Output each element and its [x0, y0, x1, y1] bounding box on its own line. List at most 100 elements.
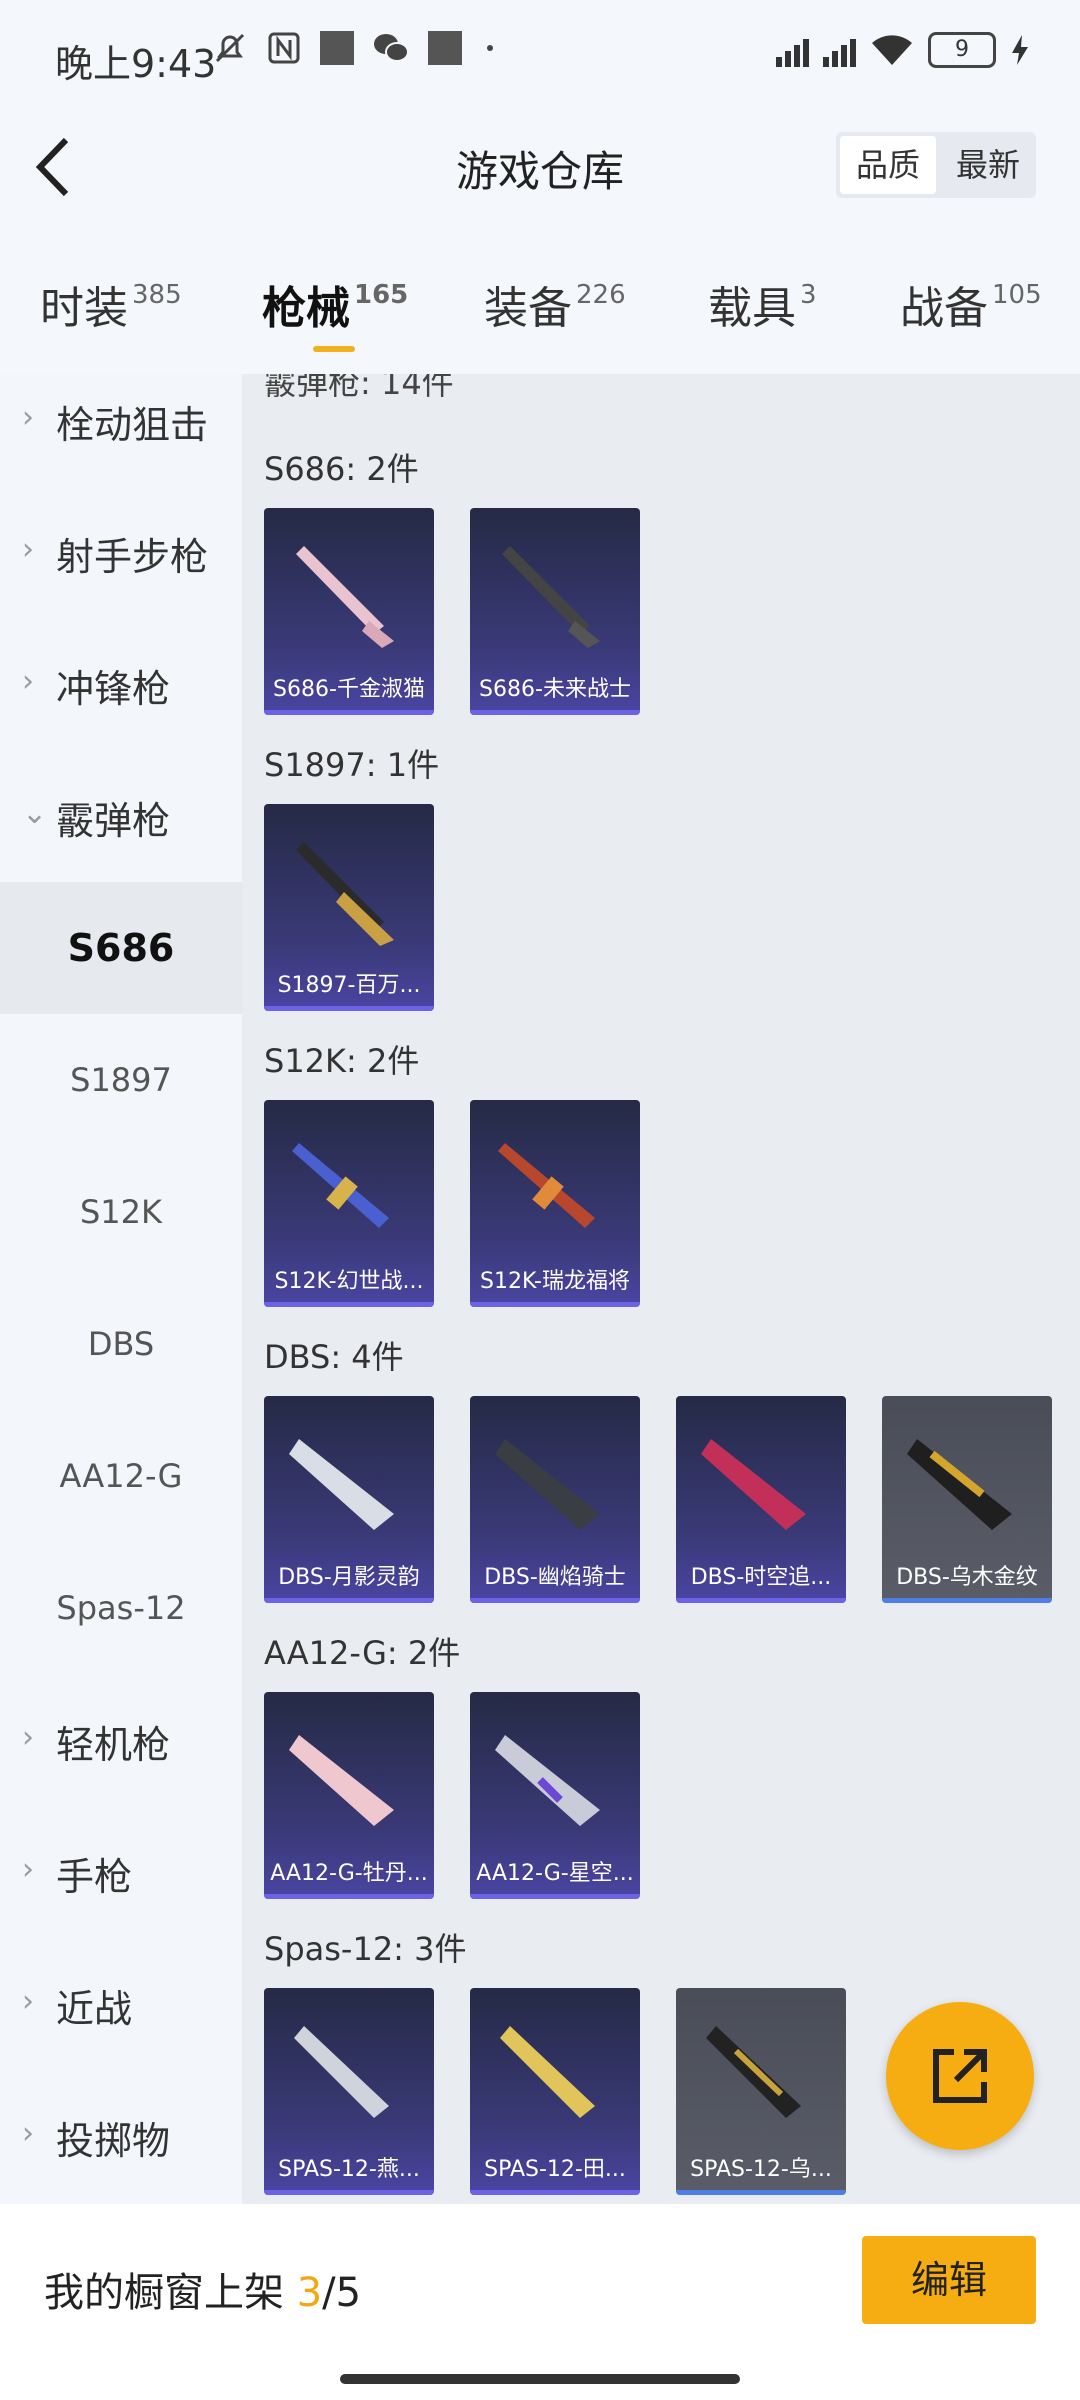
nfc-icon [268, 32, 300, 64]
rarity-bar [264, 1894, 434, 1899]
charging-icon [1012, 35, 1028, 65]
shotgun-image-icon [294, 2026, 389, 2118]
rarity-bar [882, 1598, 1052, 1603]
skin-card[interactable]: S12K-幻世战... [264, 1100, 434, 1307]
category-tabs: 时装 385 枪械 165 装备 226 载具 3 战备 105 [0, 262, 1080, 372]
sidebar-item-smg[interactable]: › 冲锋枪 [0, 618, 242, 750]
tab-equipment[interactable]: 装备 226 [484, 272, 626, 336]
sidebar-sub-s12k[interactable]: S12K [0, 1146, 242, 1278]
edit-button[interactable]: 编辑 [862, 2236, 1036, 2324]
chevron-right-icon: › [22, 2116, 34, 2151]
skin-card[interactable]: SPAS-12-燕... [264, 1988, 434, 2195]
status-system-icons: 9 [776, 32, 1030, 68]
sidebar-sub-aa12g[interactable]: AA12-G [0, 1410, 242, 1542]
sidebar-sub-s686[interactable]: S686 [0, 882, 242, 1014]
skin-card[interactable]: S686-未来战士 [470, 508, 640, 715]
tab-fashion[interactable]: 时装 385 [40, 272, 182, 336]
skin-card[interactable]: DBS-幽焰骑士 [470, 1396, 640, 1603]
rarity-bar [264, 2190, 434, 2195]
chevron-down-icon: ⌄ [22, 796, 48, 831]
shotgun-image-icon [502, 546, 600, 648]
external-link-icon [933, 2049, 987, 2103]
rifle-image-icon [498, 1143, 595, 1228]
rifle-image-icon [289, 1735, 394, 1826]
sort-option-quality[interactable]: 品质 [839, 136, 936, 194]
rarity-bar [264, 1598, 434, 1603]
wechat-icon [374, 34, 409, 62]
skin-card[interactable]: DBS-乌木金纹 [882, 1396, 1052, 1603]
shotgun-image-icon [701, 1439, 806, 1530]
chevron-right-icon: › [22, 1852, 34, 1887]
sort-toggle: 品质 最新 [835, 132, 1036, 198]
chevron-right-icon: › [22, 400, 34, 435]
sidebar-item-pistol[interactable]: › 手枪 [0, 1806, 242, 1938]
tab-guns[interactable]: 枪械 165 [262, 272, 408, 336]
showcase-label: 我的橱窗上架 3/5 [44, 2270, 362, 2316]
sidebar-sub-dbs[interactable]: DBS [0, 1278, 242, 1410]
bottom-bar: 我的橱窗上架 3/5 编辑 [0, 2204, 1080, 2400]
skin-card[interactable]: AA12-G-牡丹... [264, 1692, 434, 1899]
dot-icon [487, 45, 493, 51]
rarity-bar [470, 1894, 640, 1899]
rarity-bar [470, 710, 640, 715]
chevron-right-icon: › [22, 1720, 34, 1755]
content-grid: 霰弹枪: 14件 S686: 2件 S686-千金淑猫 S686-未来战士 S1… [242, 374, 1080, 2204]
sort-option-latest[interactable]: 最新 [940, 132, 1036, 198]
rarity-bar [676, 1598, 846, 1603]
rifle-image-icon [495, 1735, 600, 1826]
rarity-bar [470, 1598, 640, 1603]
status-bar: 晚上9:43 9 [0, 0, 1080, 110]
skin-card[interactable]: AA12-G-星空... [470, 1692, 640, 1899]
skin-card[interactable]: S686-千金淑猫 [264, 508, 434, 715]
skin-card[interactable]: DBS-月影灵韵 [264, 1396, 434, 1603]
section-header-partial: 霰弹枪: 14件 [264, 374, 454, 402]
status-notification-icons [212, 30, 500, 66]
sidebar-item-melee[interactable]: › 近战 [0, 1938, 242, 2070]
chevron-right-icon: › [22, 664, 34, 699]
shotgun-image-icon [296, 842, 394, 946]
chevron-right-icon: › [22, 1984, 34, 2019]
skin-card[interactable]: DBS-时空追... [676, 1396, 846, 1603]
shotgun-image-icon [500, 2026, 595, 2118]
section-title-s686: S686: 2件 [264, 450, 419, 488]
top-bar: 游戏仓库 品质 最新 [0, 110, 1080, 220]
battery-icon: 9 [928, 32, 996, 68]
signal-icon [776, 33, 809, 67]
shotgun-image-icon [495, 1439, 600, 1530]
shotgun-image-icon [296, 546, 394, 648]
skin-card[interactable]: SPAS-12-田... [470, 1988, 640, 2195]
sidebar-item-shotgun[interactable]: ⌄ 霰弹枪 [0, 750, 242, 882]
wifi-icon [872, 35, 912, 65]
app-notification-icon-2 [428, 31, 462, 65]
sidebar: › 栓动狙击 › 射手步枪 › 冲锋枪 ⌄ 霰弹枪 S686 S1897 S12K DB… [0, 374, 242, 2204]
skin-card[interactable]: S1897-百万... [264, 804, 434, 1011]
chevron-right-icon: › [22, 532, 34, 567]
bell-off-icon [215, 33, 245, 63]
app-notification-icon [320, 31, 354, 65]
sidebar-item-bolt-sniper[interactable]: › 栓动狙击 [0, 374, 242, 486]
sidebar-item-throwables[interactable]: › 投掷物 [0, 2070, 242, 2202]
skin-card[interactable]: SPAS-12-乌... [676, 1988, 846, 2195]
rarity-bar [264, 1006, 434, 1011]
sidebar-sub-spas12[interactable]: Spas-12 [0, 1542, 242, 1674]
active-tab-indicator [313, 346, 355, 352]
status-time: 晚上9:43 [55, 42, 217, 86]
shotgun-image-icon [289, 1439, 394, 1530]
rarity-bar [676, 2190, 846, 2195]
tab-vehicles[interactable]: 载具 3 [708, 272, 817, 336]
sidebar-item-lmg[interactable]: › 轻机枪 [0, 1674, 242, 1806]
section-title-spas12: Spas-12: 3件 [264, 1930, 467, 1968]
sidebar-item-marksman-rifle[interactable]: › 射手步枪 [0, 486, 242, 618]
sidebar-sub-s1897[interactable]: S1897 [0, 1014, 242, 1146]
showcase-count-total: /5 [322, 2270, 362, 2316]
share-fab-button[interactable] [886, 2002, 1034, 2150]
rarity-bar [470, 1302, 640, 1307]
skin-card[interactable]: S12K-瑞龙福将 [470, 1100, 640, 1307]
showcase-count-current: 3 [296, 2270, 323, 2316]
home-indicator[interactable] [340, 2374, 740, 2384]
signal-icon-2 [823, 33, 856, 67]
tab-supplies[interactable]: 战备 105 [900, 272, 1042, 336]
shotgun-image-icon [907, 1439, 1012, 1530]
rarity-bar [470, 2190, 640, 2195]
section-title-aa12g: AA12-G: 2件 [264, 1634, 461, 1672]
